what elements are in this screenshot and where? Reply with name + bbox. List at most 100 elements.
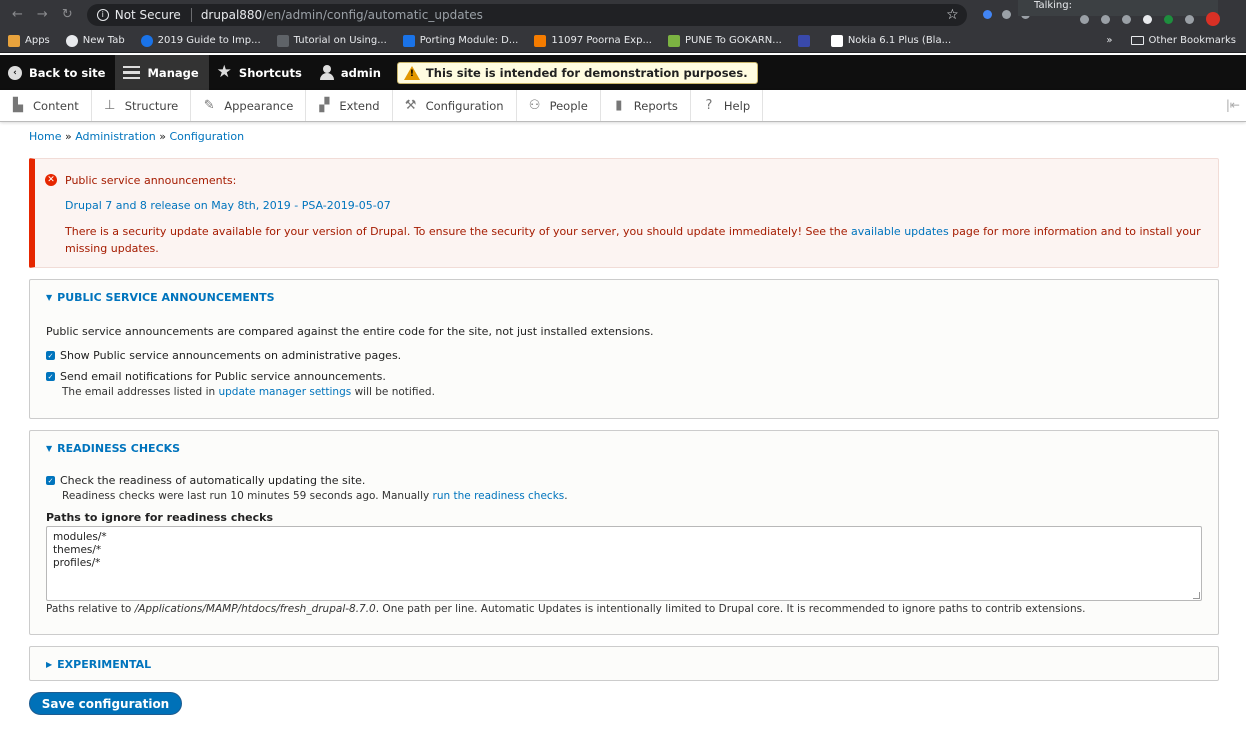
- extension-icon[interactable]: [1080, 14, 1089, 24]
- back-circle-icon: ‹: [8, 65, 22, 80]
- back-arrow-icon[interactable]: ←: [12, 7, 23, 22]
- bookmark-favicon-icon: [797, 34, 810, 47]
- map-icon: [667, 34, 680, 47]
- globe-icon: [140, 34, 153, 47]
- psa-legend[interactable]: ▼ Public service announcements: [46, 291, 275, 304]
- new-tab-icon: [65, 34, 78, 47]
- bookmark-item[interactable]: 11097 Poorna Exp...: [526, 34, 660, 47]
- breadcrumb-configuration[interactable]: Configuration: [169, 130, 244, 143]
- bookmark-item[interactable]: [790, 34, 823, 47]
- manage-tab[interactable]: Manage: [115, 55, 209, 90]
- extension-icon[interactable]: [982, 10, 992, 19]
- paths-help-text: Paths relative to /Applications/MAMP/htd…: [46, 603, 1086, 615]
- tray-item-reports[interactable]: ▮ Reports: [601, 90, 691, 121]
- tray-item-extend[interactable]: ▞ Extend: [306, 90, 393, 121]
- readiness-check-description: Readiness checks were last run 10 minute…: [62, 490, 568, 502]
- info-icon[interactable]: i: [96, 8, 109, 21]
- readiness-legend[interactable]: ▼ Readiness checks: [46, 442, 180, 455]
- folder-icon: [1130, 35, 1144, 45]
- bookmark-item[interactable]: Tutorial on Using...: [269, 34, 395, 47]
- forward-arrow-icon[interactable]: →: [37, 7, 48, 22]
- psa-body: Public service announcements are compare…: [46, 325, 1202, 405]
- extension-icon[interactable]: [1185, 14, 1194, 24]
- bookmark-item[interactable]: PUNE To GOKARN...: [660, 34, 790, 47]
- admin-toolbar: ‹ Back to site Manage ★ Shortcuts admin …: [0, 55, 1246, 90]
- bookmarks-right: » Other Bookmarks: [1106, 35, 1236, 46]
- readiness-checkbox-row[interactable]: ✓ Check the readiness of automatically u…: [46, 474, 365, 487]
- profile-avatar[interactable]: [1206, 12, 1220, 26]
- checkbox-checked-icon[interactable]: ✓: [46, 476, 55, 485]
- user-icon: [319, 65, 334, 80]
- bookmark-item[interactable]: 2019 Guide to Imp...: [133, 34, 269, 47]
- appearance-icon: ✎: [203, 98, 215, 113]
- email-psa-checkbox-row[interactable]: ✓ Send email notifications for Public se…: [46, 370, 386, 383]
- extension-icon[interactable]: [1101, 14, 1110, 24]
- tray-item-help[interactable]: ? Help: [691, 90, 764, 121]
- bookmark-item[interactable]: New Tab: [58, 34, 133, 47]
- checkbox-checked-icon[interactable]: ✓: [46, 372, 55, 381]
- extension-icon[interactable]: [1001, 10, 1011, 19]
- admin-menu-tray: ▙ Content ⊥ Structure ✎ Appearance ▞ Extend …: [0, 90, 1246, 122]
- tray-item-appearance[interactable]: ✎ Appearance: [191, 90, 307, 121]
- readiness-body: ✓ Check the readiness of automatically u…: [46, 474, 1202, 624]
- psa-error-message: ✕ Public service announcements: Drupal 7…: [29, 158, 1219, 268]
- extension-icon[interactable]: [1143, 14, 1152, 24]
- extension-icon[interactable]: [1122, 14, 1131, 24]
- resize-grip-icon[interactable]: [1193, 592, 1200, 599]
- shortcuts-tab[interactable]: ★ Shortcuts: [209, 55, 312, 90]
- structure-icon: ⊥: [104, 98, 116, 113]
- demo-notice: ! This site is intended for demonstratio…: [396, 61, 758, 84]
- breadcrumb-home[interactable]: Home: [29, 130, 61, 143]
- browser-toolbar: ← → ↻ i Not Secure drupal880/en/admin/co…: [0, 0, 1246, 29]
- more-bookmarks-button[interactable]: »: [1106, 35, 1112, 46]
- url-host: drupal880: [200, 7, 263, 22]
- tray-item-configuration[interactable]: ⚒ Configuration: [393, 90, 517, 121]
- reload-icon[interactable]: ↻: [62, 7, 73, 22]
- help-icon: ?: [705, 98, 713, 113]
- breadcrumb-administration[interactable]: Administration: [75, 130, 156, 143]
- bookmark-apps[interactable]: Apps: [0, 34, 58, 47]
- star-icon: ★: [216, 62, 232, 82]
- run-readiness-checks-link[interactable]: run the readiness checks: [433, 490, 565, 502]
- address-bar[interactable]: i Not Secure drupal880/en/admin/config/a…: [86, 3, 967, 26]
- bookmark-item[interactable]: Nokia 6.1 Plus (Bla...: [823, 34, 959, 47]
- available-updates-link[interactable]: available updates: [851, 225, 949, 238]
- hamburger-icon: [123, 65, 141, 80]
- browser-nav: ← → ↻: [0, 7, 73, 22]
- people-icon: ⚇: [528, 98, 541, 113]
- readiness-check-label[interactable]: Check the readiness of automatically upd…: [60, 474, 365, 487]
- bookmark-item[interactable]: Porting Module: D...: [395, 34, 527, 47]
- apps-grid-icon: [8, 34, 20, 47]
- address-divider: [190, 7, 192, 22]
- show-psa-label[interactable]: Show Public service announcements on adm…: [60, 349, 401, 362]
- wrench-icon: ⚒: [404, 98, 417, 113]
- extension-tray: [1080, 12, 1220, 26]
- tray-orientation-toggle-icon[interactable]: |⇤: [1226, 98, 1240, 112]
- bookmarks-bar: Apps New Tab 2019 Guide to Imp... Tutori…: [0, 29, 1246, 53]
- mail-icon: [534, 34, 547, 47]
- tray-item-people[interactable]: ⚇ People: [517, 90, 601, 121]
- show-psa-checkbox-row[interactable]: ✓ Show Public service announcements on a…: [46, 349, 401, 362]
- expanded-triangle-icon: ▼: [46, 444, 53, 453]
- paths-ignore-textarea[interactable]: modules/* themes/* profiles/*: [46, 526, 1202, 601]
- experimental-fieldset: ▶ Experimental: [29, 646, 1219, 681]
- experimental-legend[interactable]: ▶ Experimental: [46, 658, 151, 671]
- extension-icon[interactable]: [1164, 14, 1173, 24]
- breadcrumb: Home » Administration » Configuration: [29, 130, 244, 143]
- other-bookmarks[interactable]: Other Bookmarks: [1130, 35, 1236, 46]
- tray-item-structure[interactable]: ⊥ Structure: [92, 90, 192, 121]
- psa-link[interactable]: Drupal 7 and 8 release on May 8th, 2019 …: [65, 199, 391, 212]
- bookmark-star-icon[interactable]: ☆: [946, 7, 959, 23]
- checkbox-checked-icon[interactable]: ✓: [46, 351, 55, 360]
- email-psa-label[interactable]: Send email notifications for Public serv…: [60, 370, 386, 383]
- content-icon: ▙: [13, 98, 23, 113]
- user-tab[interactable]: admin: [312, 55, 391, 90]
- save-configuration-button[interactable]: Save configuration: [29, 692, 182, 715]
- extend-icon: ▞: [319, 98, 330, 113]
- readiness-fieldset: ▼ Readiness checks ✓ Check the readiness …: [29, 430, 1219, 635]
- triangle-icon: [402, 34, 415, 47]
- tray-item-content[interactable]: ▙ Content: [0, 90, 92, 121]
- back-to-site-link[interactable]: ‹ Back to site: [0, 55, 115, 90]
- expanded-triangle-icon: ▼: [46, 293, 53, 302]
- update-manager-settings-link[interactable]: update manager settings: [218, 386, 351, 398]
